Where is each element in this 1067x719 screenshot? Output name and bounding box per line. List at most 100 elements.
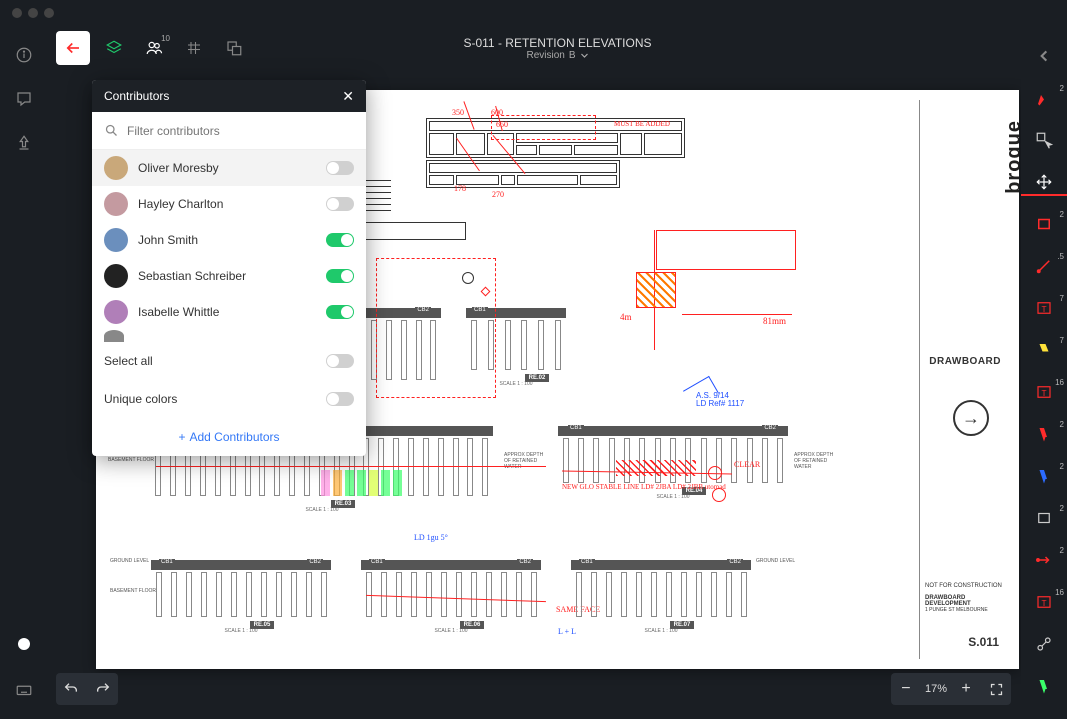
- level-approx: APPROX DEPTH OF RETAINED WATER: [794, 452, 834, 470]
- traffic-light-min[interactable]: [28, 8, 38, 18]
- tool-line-red[interactable]: .5: [1027, 250, 1061, 282]
- contributor-row[interactable]: Sebastian Schreiber: [92, 258, 366, 294]
- undo-redo-group: [56, 673, 118, 705]
- zoom-out-button[interactable]: −: [891, 673, 921, 705]
- contributor-toggle[interactable]: [326, 197, 354, 211]
- markup-red-cloud-e2: [376, 258, 496, 398]
- revision-dropdown[interactable]: Revision B: [463, 50, 651, 61]
- contributor-toggle[interactable]: [326, 269, 354, 283]
- level-ground: GROUND LEVEL: [756, 558, 795, 564]
- drawboard-label: DRAWBOARD: [929, 356, 1001, 367]
- contributors-title: Contributors: [104, 89, 169, 103]
- zoom-in-button[interactable]: +: [951, 673, 981, 705]
- tool-text-red[interactable]: T7: [1027, 292, 1061, 324]
- contributor-toggle[interactable]: [326, 233, 354, 247]
- markup-red-e4-tag: CLEAR: [734, 460, 760, 469]
- contributor-name: Oliver Moresby: [138, 161, 316, 175]
- redo-button[interactable]: [88, 673, 118, 705]
- unique-colors-row: Unique colors: [92, 380, 366, 418]
- top-bar: 10 S-011 - RETENTION ELEVATIONS Revision…: [48, 26, 1067, 70]
- svg-text:T: T: [1041, 305, 1046, 314]
- contributors-icon[interactable]: 10: [138, 32, 170, 64]
- window-controls: [12, 8, 54, 18]
- fullscreen-button[interactable]: [981, 673, 1011, 705]
- tool-pen-blue[interactable]: 2: [1027, 460, 1061, 492]
- right-toolbar: 2 2 .5 T7 7 T16 2 2 2 2 T16: [1021, 26, 1067, 719]
- tool-measure-icon[interactable]: [1027, 628, 1061, 660]
- svg-text:T: T: [1041, 599, 1046, 608]
- contributor-name: Hayley Charlton: [138, 197, 316, 211]
- close-icon[interactable]: ✕: [342, 88, 354, 105]
- arrow-logo-icon: →: [953, 400, 989, 436]
- contributor-row[interactable]: Isabelle Whittle: [92, 294, 366, 330]
- contributor-name: Sebastian Schreiber: [138, 269, 316, 283]
- markup-detail-sketch: 81mm 4m: [616, 230, 796, 360]
- unique-colors-toggle[interactable]: [326, 392, 354, 406]
- collapse-toolbar-icon[interactable]: [1027, 40, 1061, 72]
- document-title: S-011 - RETENTION ELEVATIONS: [463, 36, 651, 50]
- contributor-toggle[interactable]: [326, 161, 354, 175]
- compare-icon[interactable]: [218, 32, 250, 64]
- tool-arrow-red[interactable]: 2: [1027, 544, 1061, 576]
- status-indicator[interactable]: [9, 629, 39, 659]
- not-for-construction: NOT FOR CONSTRUCTION: [925, 583, 1003, 589]
- level-approx: APPROX DEPTH OF RETAINED WATER: [504, 452, 544, 470]
- document-title-block: S-011 - RETENTION ELEVATIONS Revision B: [463, 36, 651, 61]
- undo-button[interactable]: [56, 673, 86, 705]
- filter-contributors-input[interactable]: [127, 124, 354, 138]
- avatar: [104, 192, 128, 216]
- contributors-search: [92, 112, 366, 150]
- traffic-light-close[interactable]: [12, 8, 22, 18]
- traffic-light-max[interactable]: [44, 8, 54, 18]
- nav-keyboard-icon[interactable]: [9, 675, 39, 705]
- layers-icon[interactable]: [98, 32, 130, 64]
- markup-blue-note-ld: LD 1gu 5°: [414, 533, 448, 542]
- level-bof: BASEMENT FLOOR: [108, 457, 154, 463]
- contributors-header: Contributors ✕: [92, 80, 366, 112]
- contributors-panel: Contributors ✕ Oliver Moresby Hayley Char…: [92, 80, 366, 456]
- grid-bubble-1: 1: [462, 272, 474, 284]
- select-all-toggle[interactable]: [326, 354, 354, 368]
- markup-highlighted-piles: [321, 470, 402, 496]
- nav-info-icon[interactable]: [9, 40, 39, 70]
- title-block-panel: brogue DRAWBOARD → NOT FOR CONSTRUCTION …: [919, 100, 1009, 659]
- contributor-name: John Smith: [138, 233, 316, 247]
- sheet-number: S.011: [968, 635, 999, 649]
- markup-must-be-added: MUST BE ADDED: [614, 120, 670, 128]
- markup-circle-e4c2: [712, 488, 726, 502]
- tool-text-red-16[interactable]: T16: [1027, 376, 1061, 408]
- project-name: DRAWBOARD DEVELOPMENT 1 PUNGE ST MELBOUR…: [925, 595, 1003, 613]
- markup-178: 178: [454, 184, 466, 193]
- tool-pen-red-2[interactable]: 2: [1027, 418, 1061, 450]
- contributor-row[interactable]: John Smith: [92, 222, 366, 258]
- tool-select-cursor-icon[interactable]: [1027, 124, 1061, 156]
- grid-icon[interactable]: [178, 32, 210, 64]
- plus-icon: +: [178, 430, 185, 444]
- add-contributors-button[interactable]: +Add Contributors: [92, 418, 366, 456]
- nav-stamp-icon[interactable]: [9, 128, 39, 158]
- tool-pen-red[interactable]: 2: [1027, 82, 1061, 114]
- svg-text:T: T: [1041, 389, 1046, 398]
- zoom-controls: − 17% +: [891, 673, 1011, 705]
- contributor-toggle[interactable]: [326, 305, 354, 319]
- tool-pan-move-icon[interactable]: [1027, 166, 1061, 198]
- back-button[interactable]: [56, 31, 90, 65]
- contributor-row[interactable]: Oliver Moresby: [92, 150, 366, 186]
- tool-highlighter-yellow[interactable]: 7: [1027, 334, 1061, 366]
- tool-rectangle-outline[interactable]: 2: [1027, 502, 1061, 534]
- tool-pen-green[interactable]: [1027, 670, 1061, 702]
- avatar: [104, 300, 128, 324]
- markup-red-line-e3: [156, 466, 546, 467]
- level-ground: GROUND LEVEL: [110, 558, 149, 564]
- select-all-row: Select all: [92, 342, 366, 380]
- nav-comment-icon[interactable]: [9, 84, 39, 114]
- contributor-row[interactable]: Hayley Charlton: [92, 186, 366, 222]
- tool-rectangle[interactable]: 2: [1027, 208, 1061, 240]
- zoom-value: 17%: [921, 683, 951, 695]
- elevation-re05: CB1CB2 ELEVATIONRE.05 SCALE 1 : 100: [151, 560, 331, 634]
- avatar: [104, 228, 128, 252]
- contributor-count-badge: 10: [161, 34, 170, 43]
- left-sidebar: [0, 26, 48, 719]
- tool-text-red-16b[interactable]: T16: [1027, 586, 1061, 618]
- search-icon: [104, 123, 119, 138]
